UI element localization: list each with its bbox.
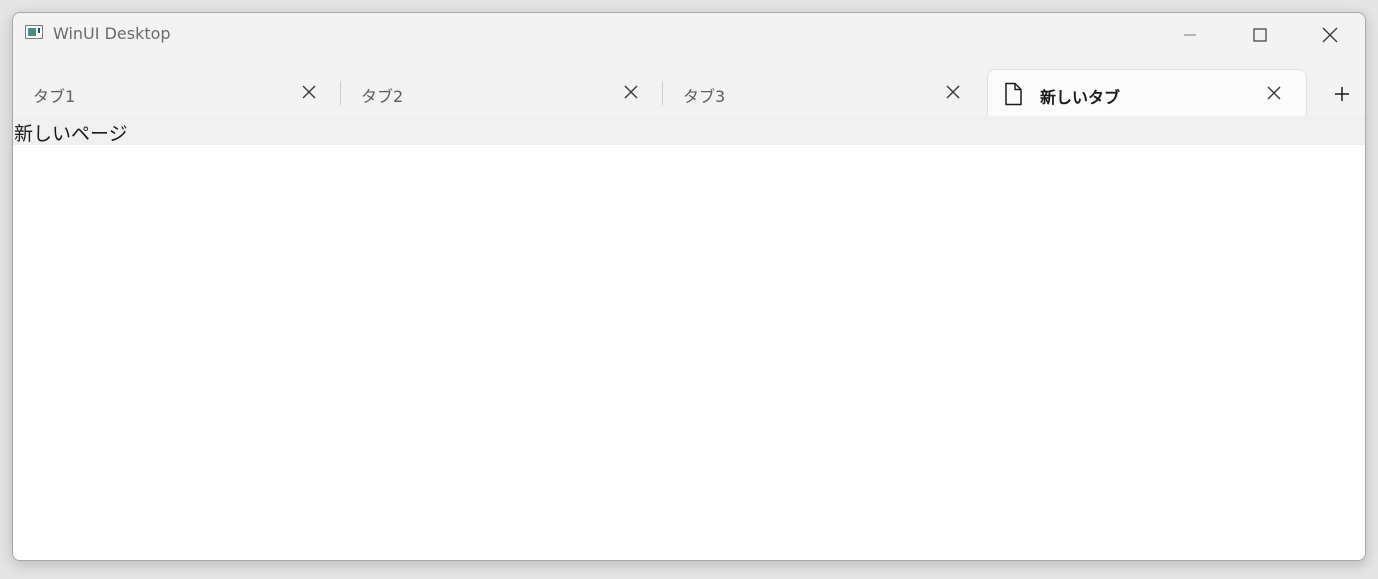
close-icon	[946, 85, 960, 99]
tab-label: タブ2	[361, 87, 404, 106]
plus-icon	[1335, 87, 1349, 101]
add-tab-button[interactable]	[1329, 81, 1355, 107]
tab-close-button[interactable]	[621, 82, 641, 102]
tab-new-selected[interactable]: 新しいタブ	[987, 69, 1307, 116]
tab-label: タブ1	[33, 87, 76, 106]
tab-close-button[interactable]	[299, 82, 319, 102]
app-window: WinUI Desktop タブ1 タブ2 タブ3 新しいタブ 新しいページ	[12, 12, 1366, 561]
tab-close-button[interactable]	[1264, 83, 1284, 103]
close-icon	[302, 85, 316, 99]
tab-strip: タブ1 タブ2 タブ3 新しいタブ	[13, 69, 1365, 116]
maximize-icon	[1253, 28, 1267, 42]
tab-2[interactable]: タブ2	[341, 69, 661, 116]
tab-content: 新しいページ	[13, 116, 1365, 560]
close-icon	[1267, 86, 1281, 100]
close-icon	[1322, 27, 1338, 43]
tab-3[interactable]: タブ3	[663, 69, 983, 116]
minimize-button[interactable]	[1155, 13, 1225, 57]
window-title: WinUI Desktop	[53, 24, 171, 43]
document-icon	[1005, 82, 1022, 106]
tab-close-button[interactable]	[943, 82, 963, 102]
tab-1[interactable]: タブ1	[13, 69, 339, 116]
minimize-icon	[1184, 34, 1196, 36]
tab-label: 新しいタブ	[1040, 88, 1121, 107]
close-window-button[interactable]	[1295, 13, 1365, 57]
close-icon	[624, 85, 638, 99]
content-header: 新しいページ	[13, 116, 1365, 145]
title-bar[interactable]: WinUI Desktop	[13, 13, 1365, 57]
maximize-button[interactable]	[1225, 13, 1295, 57]
page-label: 新しいページ	[14, 123, 128, 145]
tab-label: タブ3	[683, 87, 726, 106]
app-window-icon	[25, 25, 43, 39]
